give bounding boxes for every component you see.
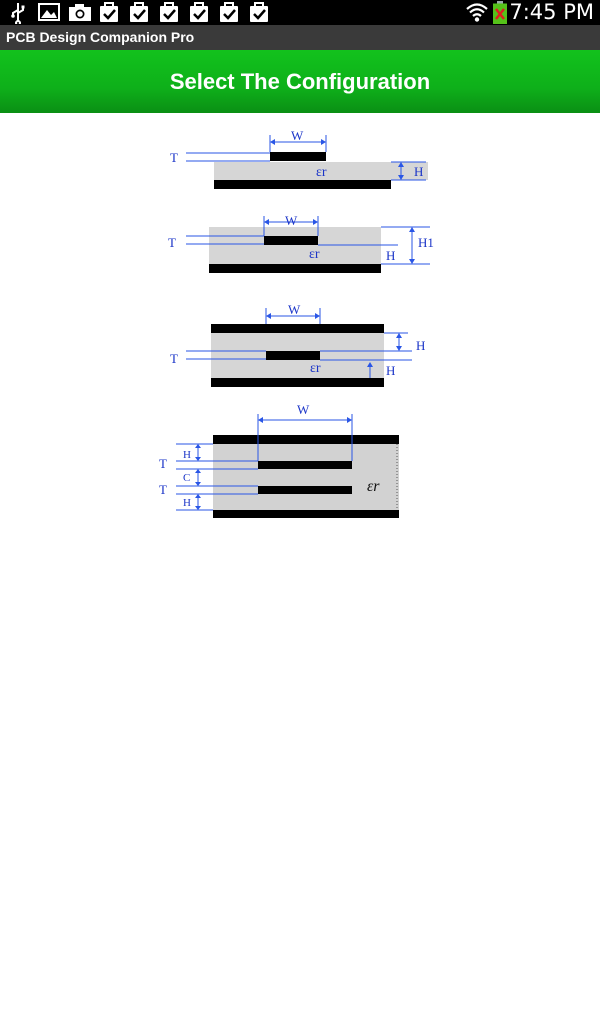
config-embedded-microstrip[interactable]: W T H1 H εr bbox=[160, 210, 440, 280]
w-label: W bbox=[291, 128, 304, 143]
c-label: C bbox=[183, 472, 190, 484]
h-label-lower: H bbox=[386, 363, 395, 378]
task-check-icon bbox=[220, 2, 238, 22]
er-label: εr bbox=[367, 478, 380, 495]
top-ground-plane bbox=[211, 324, 384, 333]
w-label: W bbox=[285, 213, 298, 228]
task-check-icon bbox=[160, 2, 178, 22]
t-label: T bbox=[168, 235, 176, 250]
trace-upper bbox=[258, 461, 352, 469]
bottom-ground-plane bbox=[211, 378, 384, 387]
er-label: εr bbox=[309, 247, 320, 262]
t-label: T bbox=[170, 150, 178, 165]
h-label-upper: H bbox=[183, 449, 191, 461]
ground-plane bbox=[209, 264, 381, 273]
embedded-microstrip-diagram: W T H1 H εr bbox=[168, 213, 434, 273]
trace bbox=[264, 236, 318, 245]
t-label-upper: T bbox=[159, 456, 167, 471]
h-label-lower: H bbox=[183, 497, 191, 509]
clock: 7:45 PM bbox=[509, 0, 594, 24]
symmetric-stripline-diagram: W T H H εr bbox=[170, 302, 425, 387]
battery-icon bbox=[493, 1, 507, 24]
dual-stripline-diagram: W H T C T H εr bbox=[159, 402, 399, 518]
page-header: Select The Configuration bbox=[0, 50, 600, 113]
task-check-icon bbox=[190, 2, 208, 22]
h-label-upper: H bbox=[416, 338, 425, 353]
er-label: εr bbox=[310, 361, 321, 376]
top-ground-plane bbox=[213, 435, 399, 444]
task-check-icon bbox=[100, 2, 118, 22]
er-label: εr bbox=[316, 165, 327, 180]
h-label: H bbox=[414, 164, 423, 179]
w-label: W bbox=[297, 402, 310, 417]
task-check-icon bbox=[130, 2, 148, 22]
dielectric bbox=[213, 444, 399, 510]
task-check-icon bbox=[250, 2, 268, 22]
bottom-ground-plane bbox=[213, 510, 399, 518]
status-bar: 7:45 PM bbox=[0, 0, 600, 25]
page-title: Select The Configuration bbox=[169, 69, 431, 94]
app-title: PCB Design Companion Pro bbox=[6, 29, 195, 45]
trace bbox=[270, 152, 326, 161]
ground-plane bbox=[214, 180, 391, 189]
h-label: H bbox=[386, 248, 395, 263]
wifi-icon bbox=[466, 3, 488, 22]
app-title-bar: PCB Design Companion Pro bbox=[0, 25, 600, 51]
w-label: W bbox=[288, 302, 301, 317]
usb-icon bbox=[11, 3, 25, 24]
config-symmetric-stripline[interactable]: W T H H εr bbox=[160, 296, 440, 392]
camera-icon bbox=[69, 4, 91, 21]
trace-lower bbox=[258, 486, 352, 494]
trace bbox=[266, 351, 320, 360]
config-microstrip[interactable]: W T H εr bbox=[160, 125, 440, 195]
gallery-icon bbox=[38, 3, 60, 21]
microstrip-diagram: W T H εr bbox=[170, 128, 428, 189]
config-dual-stripline[interactable]: W H T C T H εr bbox=[150, 400, 430, 522]
t-label: T bbox=[170, 351, 178, 366]
h1-label: H1 bbox=[418, 235, 434, 250]
t-label-lower: T bbox=[159, 482, 167, 497]
